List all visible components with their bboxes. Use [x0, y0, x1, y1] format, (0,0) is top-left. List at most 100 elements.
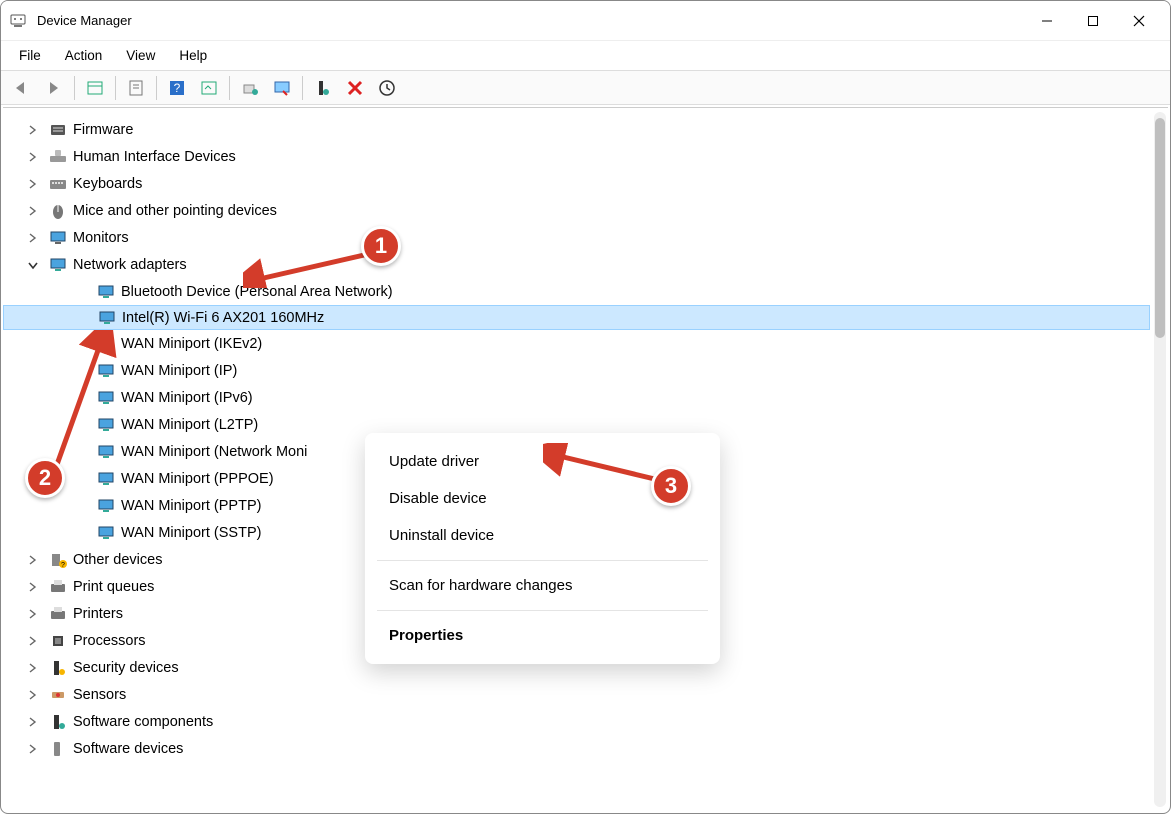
printer-icon [49, 605, 67, 623]
chevron-right-icon [27, 178, 39, 190]
close-button[interactable] [1116, 1, 1162, 41]
tree-label: Bluetooth Device (Personal Area Network) [121, 284, 393, 300]
chevron-right-icon [27, 151, 39, 163]
properties-button[interactable] [121, 74, 151, 102]
firmware-icon [49, 121, 67, 139]
tree-item-wan-ip[interactable]: WAN Miniport (IP) [3, 357, 1150, 384]
monitor-icon [49, 229, 67, 247]
scan-hardware-button[interactable] [372, 74, 402, 102]
toolbar-separator [302, 76, 303, 100]
context-menu-separator [377, 610, 708, 611]
chevron-right-icon [27, 205, 39, 217]
tree-label: WAN Miniport (PPTP) [121, 498, 261, 514]
tree-label: WAN Miniport (SSTP) [121, 525, 261, 541]
chevron-right-icon [27, 743, 39, 755]
toolbar-separator [156, 76, 157, 100]
tree-label: WAN Miniport (IKEv2) [121, 336, 262, 352]
app-icon [9, 12, 27, 30]
menu-help[interactable]: Help [169, 44, 217, 67]
tree-label: Other devices [73, 552, 162, 568]
tree-label: Keyboards [73, 176, 142, 192]
disable-device-button[interactable] [267, 74, 297, 102]
tree-item-intel-wifi[interactable]: Intel(R) Wi-Fi 6 AX201 160MHz [3, 305, 1150, 330]
sensor-icon [49, 686, 67, 704]
tree-item-hid[interactable]: Human Interface Devices [3, 143, 1150, 170]
network-adapter-icon [97, 389, 115, 407]
tree-item-sensors[interactable]: Sensors [3, 681, 1150, 708]
tree-item-wan-ipv6[interactable]: WAN Miniport (IPv6) [3, 384, 1150, 411]
tree-label: Mice and other pointing devices [73, 203, 277, 219]
network-adapter-icon [97, 470, 115, 488]
security-icon [49, 659, 67, 677]
tree-label: Sensors [73, 687, 126, 703]
tree-item-network-adapters[interactable]: Network adapters [3, 251, 1150, 278]
menu-action[interactable]: Action [55, 44, 113, 67]
ctx-uninstall-device[interactable]: Uninstall device [365, 517, 720, 554]
other-devices-icon: ? [49, 551, 67, 569]
badge-number: 2 [39, 465, 51, 491]
chevron-right-icon [27, 662, 39, 674]
svg-text:?: ? [174, 81, 181, 95]
toolbar-separator [74, 76, 75, 100]
annotation-badge-1: 1 [361, 226, 401, 266]
context-menu-separator [377, 560, 708, 561]
chevron-right-icon [27, 689, 39, 701]
add-legacy-button[interactable] [308, 74, 338, 102]
ctx-properties[interactable]: Properties [365, 617, 720, 654]
tree-item-mice[interactable]: Mice and other pointing devices [3, 197, 1150, 224]
tree-item-bt-device[interactable]: Bluetooth Device (Personal Area Network) [3, 278, 1150, 305]
tree-label: Printers [73, 606, 123, 622]
tree-label: WAN Miniport (L2TP) [121, 417, 258, 433]
minimize-button[interactable] [1024, 1, 1070, 41]
tree-item-software-devices[interactable]: Software devices [3, 735, 1150, 762]
nav-back-button[interactable] [7, 74, 37, 102]
show-hidden-button[interactable] [80, 74, 110, 102]
network-adapter-icon [49, 256, 67, 274]
toolbar-separator [229, 76, 230, 100]
menubar: File Action View Help [1, 41, 1170, 71]
tree-label: Print queues [73, 579, 154, 595]
nav-forward-button[interactable] [39, 74, 69, 102]
ctx-scan-hardware[interactable]: Scan for hardware changes [365, 567, 720, 604]
tree-label: Processors [73, 633, 146, 649]
tree-label: WAN Miniport (IPv6) [121, 390, 253, 406]
chevron-right-icon [27, 716, 39, 728]
menu-file[interactable]: File [9, 44, 51, 67]
processor-icon [49, 632, 67, 650]
network-adapter-icon [98, 309, 116, 327]
tree-item-firmware[interactable]: Firmware [3, 116, 1150, 143]
svg-text:?: ? [61, 562, 65, 569]
window-title: Device Manager [37, 13, 1024, 28]
chevron-right-icon [27, 608, 39, 620]
maximize-button[interactable] [1070, 1, 1116, 41]
scan-button[interactable] [194, 74, 224, 102]
content-pane: Firmware Human Interface Devices Keyboar… [3, 107, 1168, 811]
hid-icon [49, 148, 67, 166]
network-adapter-icon [97, 524, 115, 542]
chevron-right-icon [27, 124, 39, 136]
tree-item-keyboards[interactable]: Keyboards [3, 170, 1150, 197]
chevron-right-icon [27, 635, 39, 647]
network-adapter-icon [97, 443, 115, 461]
uninstall-button[interactable] [340, 74, 370, 102]
help-button[interactable]: ? [162, 74, 192, 102]
chevron-down-icon [27, 259, 39, 271]
network-adapter-icon [97, 416, 115, 434]
annotation-badge-3: 3 [651, 466, 691, 506]
update-driver-button[interactable] [235, 74, 265, 102]
menu-view[interactable]: View [116, 44, 165, 67]
tree-item-software-components[interactable]: Software components [3, 708, 1150, 735]
tree-item-wan-ikev2[interactable]: WAN Miniport (IKEv2) [3, 330, 1150, 357]
tree-item-monitors[interactable]: Monitors [3, 224, 1150, 251]
scrollbar-thumb[interactable] [1155, 118, 1165, 338]
network-adapter-icon [97, 335, 115, 353]
badge-number: 1 [375, 233, 387, 259]
network-adapter-icon [97, 497, 115, 515]
tree-label: WAN Miniport (IP) [121, 363, 237, 379]
print-queue-icon [49, 578, 67, 596]
tree-label: Software devices [73, 741, 183, 757]
tree-label: WAN Miniport (PPPOE) [121, 471, 274, 487]
tree-label: WAN Miniport (Network Moni [121, 444, 307, 460]
vertical-scrollbar[interactable] [1154, 112, 1166, 807]
tree-label: Human Interface Devices [73, 149, 236, 165]
